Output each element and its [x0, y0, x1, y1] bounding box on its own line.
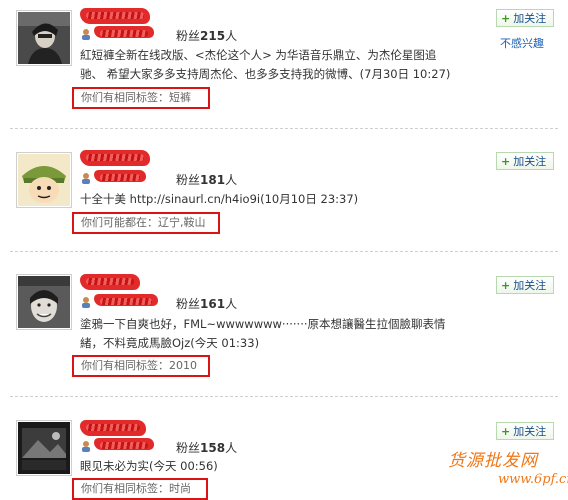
follow-button[interactable]: + 加关注 [496, 9, 554, 27]
common-tag-box: 你们有相同标签：时尚 [72, 478, 208, 500]
avatar[interactable] [16, 420, 72, 476]
location-box: 你们可能都在：辽宁,鞍山 [72, 212, 220, 234]
avatar[interactable] [16, 10, 72, 66]
username-redacted [80, 274, 140, 290]
tag-link[interactable]: 2010 [169, 359, 197, 372]
username-redacted [94, 170, 146, 182]
post-text: 紅短褲全新在线改版、<杰伦这个人> 为华语音乐鼎立、为杰伦星图追 驰、 希望大家… [80, 48, 451, 81]
tag-link[interactable]: 时尚 [169, 482, 191, 495]
divider [10, 396, 558, 397]
post-text: 十全十美 http://sinaurl.cn/h4io9i(10月10日 23:… [80, 192, 359, 206]
user-icon [82, 297, 90, 308]
follow-button[interactable]: + 加关注 [496, 422, 554, 440]
common-tag-box: 你们有相同标签：短裤 [72, 87, 210, 109]
location-link[interactable]: 辽宁,鞍山 [158, 216, 206, 229]
username-redacted [80, 420, 146, 436]
watermark-url: www.6pf.cn [498, 472, 568, 487]
fans-count: 粉丝215人 [176, 29, 238, 43]
follow-button[interactable]: + 加关注 [496, 152, 554, 170]
post-text: 眼见未必为实(今天 00:56) [80, 459, 218, 473]
divider [10, 128, 558, 129]
avatar[interactable] [16, 152, 72, 208]
username-redacted [80, 150, 150, 166]
fans-count: 粉丝181人 [176, 173, 238, 187]
username-redacted [94, 438, 154, 450]
watermark-title: 货源批发网 [448, 451, 538, 471]
fans-count: 粉丝161人 [176, 297, 238, 311]
tag-link[interactable]: 短裤 [169, 91, 191, 104]
not-interested-link[interactable]: 不感兴趣 [500, 35, 544, 51]
user-icon [82, 441, 90, 452]
username-redacted [94, 26, 154, 38]
common-tag-box: 你们有相同标签：2010 [72, 355, 210, 377]
divider [10, 251, 558, 252]
username-redacted [80, 8, 150, 24]
follow-button[interactable]: + 加关注 [496, 276, 554, 294]
post-text: 塗鴉一下自爽也好，FML~wwwwwww·······原本想讓醫生拉個臉聊表情 … [80, 317, 446, 350]
user-icon [82, 29, 90, 40]
avatar[interactable] [16, 274, 72, 330]
user-icon [82, 173, 90, 184]
fans-count: 粉丝158人 [176, 441, 238, 455]
username-redacted [94, 294, 158, 306]
